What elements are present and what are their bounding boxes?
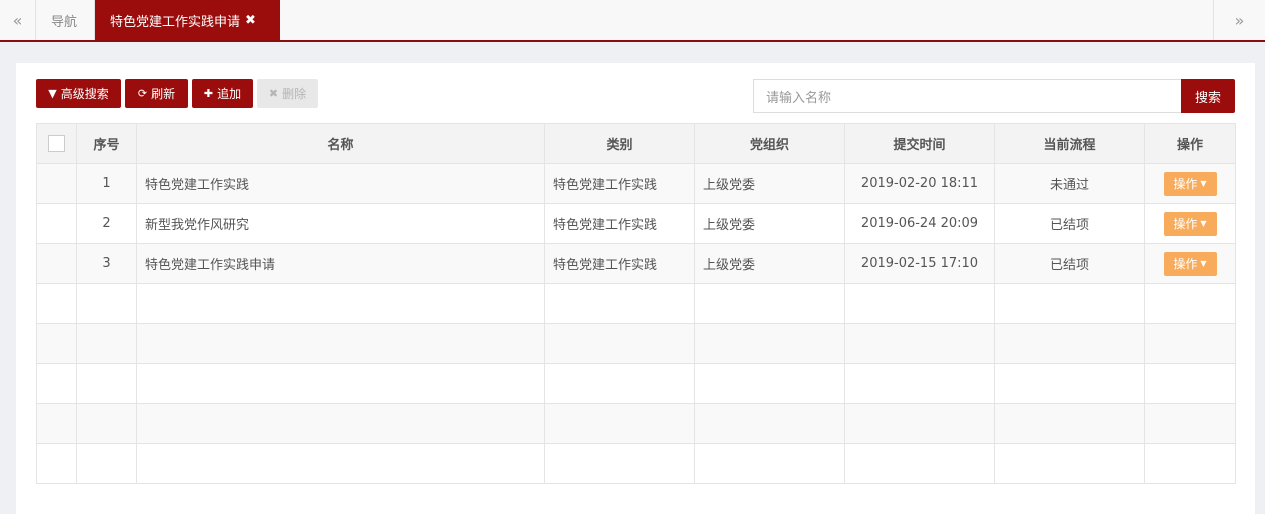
empty-row: [36, 363, 1236, 404]
table-row[interactable]: 2 新型我党作风研究 特色党建工作实践 上级党委 2019-06-24 20:0…: [36, 203, 1236, 244]
row-action-button[interactable]: 操作 ▼: [1163, 171, 1217, 196]
refresh-button[interactable]: ⟳ 刷新: [125, 79, 188, 108]
row-action-button[interactable]: 操作 ▼: [1163, 211, 1217, 236]
empty-row: [36, 283, 1236, 324]
add-label: 追加: [217, 87, 242, 101]
cell-category: 特色党建工作实践: [544, 203, 695, 244]
tab-close-icon[interactable]: ✖: [245, 13, 256, 28]
refresh-icon: ⟳: [137, 87, 148, 100]
cell-status: 未通过: [994, 163, 1145, 204]
table-row[interactable]: 3 特色党建工作实践申请 特色党建工作实践 上级党委 2019-02-15 17…: [36, 243, 1236, 284]
add-button[interactable]: ✚ 追加: [192, 79, 253, 108]
caret-down-icon: ▼: [1200, 259, 1207, 268]
row-select-cell[interactable]: [36, 163, 77, 204]
delete-button[interactable]: ✖ 删除: [257, 79, 318, 108]
delete-icon: ✖: [268, 87, 279, 100]
tab-active-label: 特色党建工作实践申请: [110, 14, 241, 30]
cell-index: 3: [76, 243, 137, 284]
header-category[interactable]: 类别: [544, 123, 695, 164]
cell-category: 特色党建工作实践: [544, 243, 695, 284]
search-button[interactable]: 搜索: [1181, 79, 1235, 113]
refresh-label: 刷新: [151, 87, 176, 101]
cell-submit-time: 2019-02-20 18:11: [844, 163, 995, 204]
cell-category: 特色党建工作实践: [544, 163, 695, 204]
cell-status: 已结项: [994, 203, 1145, 244]
advanced-search-label: 高级搜索: [60, 87, 109, 101]
cell-action: 操作 ▼: [1144, 243, 1236, 284]
table-header-row: 序号 名称 类别 党组织 提交时间 当前流程 操作: [36, 123, 1236, 164]
cell-index: 2: [76, 203, 137, 244]
header-action: 操作: [1144, 123, 1236, 164]
cell-status: 已结项: [994, 243, 1145, 284]
advanced-search-button[interactable]: ▼ 高级搜索: [36, 79, 121, 108]
cell-action: 操作 ▼: [1144, 203, 1236, 244]
cell-submit-time: 2019-06-24 20:09: [844, 203, 995, 244]
delete-label: 删除: [282, 87, 307, 101]
empty-row: [36, 403, 1236, 444]
header-submit-time[interactable]: 提交时间: [844, 123, 995, 164]
row-action-label: 操作: [1173, 257, 1198, 271]
row-select-cell[interactable]: [36, 203, 77, 244]
header-status[interactable]: 当前流程: [994, 123, 1145, 164]
plus-icon: ✚: [203, 87, 214, 100]
cell-name: 特色党建工作实践: [136, 163, 545, 204]
content-panel: ▼ 高级搜索 ⟳ 刷新 ✚ 追加 ✖ 删除 请输入名称 搜索 序号 名称 类别 …: [16, 63, 1255, 514]
empty-row: [36, 443, 1236, 484]
row-select-cell[interactable]: [36, 243, 77, 284]
cell-index: 1: [76, 163, 137, 204]
cell-name: 新型我党作风研究: [136, 203, 545, 244]
cell-action: 操作 ▼: [1144, 163, 1236, 204]
header-org[interactable]: 党组织: [694, 123, 845, 164]
tab-bar: « 导航 特色党建工作实践申请 ✖ »: [0, 0, 1265, 42]
header-name[interactable]: 名称: [136, 123, 545, 164]
row-action-label: 操作: [1173, 217, 1198, 231]
filter-icon: ▼: [48, 87, 57, 100]
caret-down-icon: ▼: [1200, 219, 1207, 228]
cell-submit-time: 2019-02-15 17:10: [844, 243, 995, 284]
empty-row: [36, 323, 1236, 364]
data-table: 序号 名称 类别 党组织 提交时间 当前流程 操作 1 特色党建工作实践 特色党…: [36, 123, 1236, 484]
cell-org: 上级党委: [694, 163, 845, 204]
select-all-cell[interactable]: [36, 123, 77, 164]
select-all-checkbox[interactable]: [48, 135, 65, 152]
cell-name: 特色党建工作实践申请: [136, 243, 545, 284]
search-input[interactable]: 请输入名称: [753, 79, 1181, 113]
header-index[interactable]: 序号: [76, 123, 137, 164]
row-action-button[interactable]: 操作 ▼: [1163, 251, 1217, 276]
tab-active[interactable]: 特色党建工作实践申请 ✖: [95, 0, 280, 40]
tab-scroll-right-icon[interactable]: »: [1213, 0, 1265, 40]
tab-home[interactable]: 导航: [36, 0, 95, 40]
cell-org: 上级党委: [694, 203, 845, 244]
table-row[interactable]: 1 特色党建工作实践 特色党建工作实践 上级党委 2019-02-20 18:1…: [36, 163, 1236, 204]
tab-scroll-left-icon[interactable]: «: [0, 0, 36, 40]
row-action-label: 操作: [1173, 177, 1198, 191]
cell-org: 上级党委: [694, 243, 845, 284]
caret-down-icon: ▼: [1200, 179, 1207, 188]
